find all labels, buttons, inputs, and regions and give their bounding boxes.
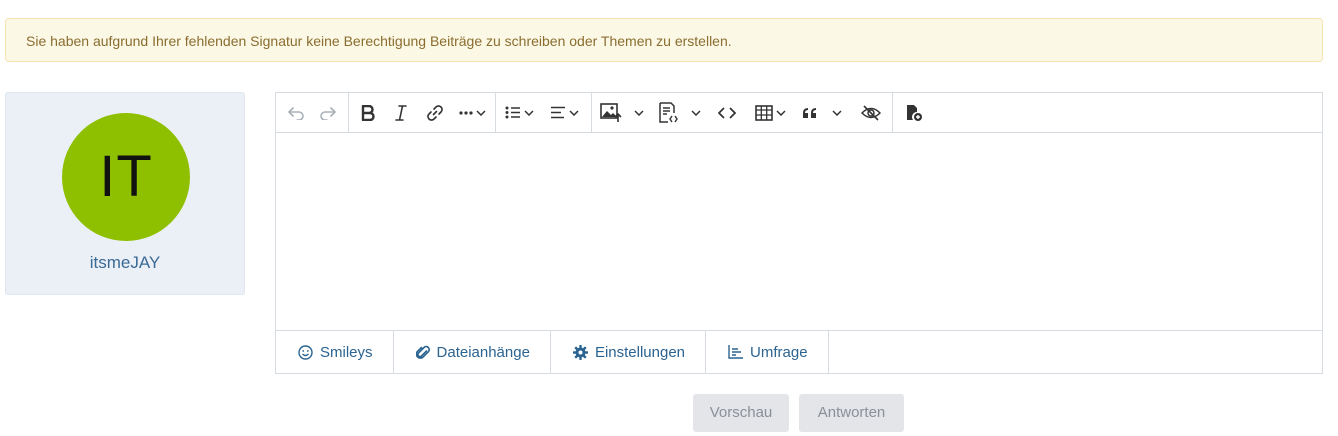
insert-file-icon [905, 104, 923, 122]
notice-text: Sie haben aufgrund Ihrer fehlenden Signa… [26, 33, 732, 49]
source-code-dropdown[interactable] [654, 93, 704, 132]
align-left-icon [550, 106, 566, 119]
insert-file-button[interactable] [900, 93, 928, 132]
alignment-dropdown[interactable] [544, 93, 584, 132]
bold-button[interactable] [354, 93, 382, 132]
tab-label: Smileys [320, 343, 373, 361]
toolbar-separator [892, 93, 893, 132]
gear-icon [572, 344, 588, 360]
quote-icon [802, 107, 818, 119]
chevron-down-icon [475, 109, 486, 116]
chevron-down-icon [775, 109, 786, 116]
undo-icon [287, 106, 305, 120]
bold-icon [361, 104, 375, 121]
chevron-down-icon [634, 109, 644, 116]
avatar[interactable]: IT [62, 113, 190, 241]
insert-image-dropdown[interactable] [596, 93, 648, 132]
link-button[interactable] [421, 93, 449, 132]
italic-icon [395, 104, 407, 121]
undo-button[interactable] [282, 93, 310, 132]
message-editor: Smileys Dateianhänge Einstellungen Umfra… [275, 92, 1323, 374]
table-dropdown[interactable] [750, 93, 790, 132]
paperclip-icon [415, 345, 430, 360]
insert-image-icon [600, 102, 622, 123]
editor-tab-bar: Smileys Dateianhänge Einstellungen Umfra… [276, 330, 1322, 373]
inline-code-button[interactable] [712, 93, 742, 132]
tab-label: Dateianhänge [436, 343, 530, 361]
toolbar-separator [495, 93, 496, 132]
chevron-down-icon [691, 109, 701, 116]
tab-settings[interactable]: Einstellungen [551, 331, 707, 373]
link-icon [426, 104, 444, 122]
toolbar-separator [348, 93, 349, 132]
user-card: IT itsmeJAY [5, 92, 245, 295]
tab-label: Einstellungen [594, 343, 686, 361]
chevron-down-icon [832, 109, 842, 116]
editor-toolbar [276, 93, 1322, 133]
list-dropdown[interactable] [500, 93, 538, 132]
italic-button[interactable] [387, 93, 415, 132]
chevron-down-icon [568, 109, 579, 116]
preview-button[interactable]: Vorschau [693, 394, 789, 432]
tab-poll[interactable]: Umfrage [706, 331, 829, 373]
more-formatting-icon [458, 110, 473, 115]
source-code-icon [657, 101, 679, 124]
editor-content-area[interactable] [276, 133, 1322, 331]
toolbar-separator [591, 93, 592, 132]
avatar-initials: IT [99, 144, 153, 209]
quote-dropdown[interactable] [796, 93, 848, 132]
smiley-icon [298, 344, 313, 360]
redo-button[interactable] [314, 93, 342, 132]
reply-button[interactable]: Antworten [799, 394, 904, 432]
spoiler-hide-icon [861, 104, 881, 121]
poll-chart-icon [728, 345, 744, 359]
chevron-down-icon [523, 109, 534, 116]
tab-label: Umfrage [750, 343, 808, 361]
table-icon [754, 104, 773, 121]
tab-attachments[interactable]: Dateianhänge [394, 331, 551, 373]
spoiler-button[interactable] [856, 93, 886, 132]
bulleted-list-icon [505, 106, 521, 119]
redo-icon [319, 106, 337, 120]
tab-smileys[interactable]: Smileys [276, 331, 394, 373]
signature-permission-notice: Sie haben aufgrund Ihrer fehlenden Signa… [5, 18, 1323, 62]
code-icon [718, 106, 736, 119]
more-formatting-dropdown[interactable] [454, 93, 490, 132]
username-link[interactable]: itsmeJAY [6, 253, 244, 273]
